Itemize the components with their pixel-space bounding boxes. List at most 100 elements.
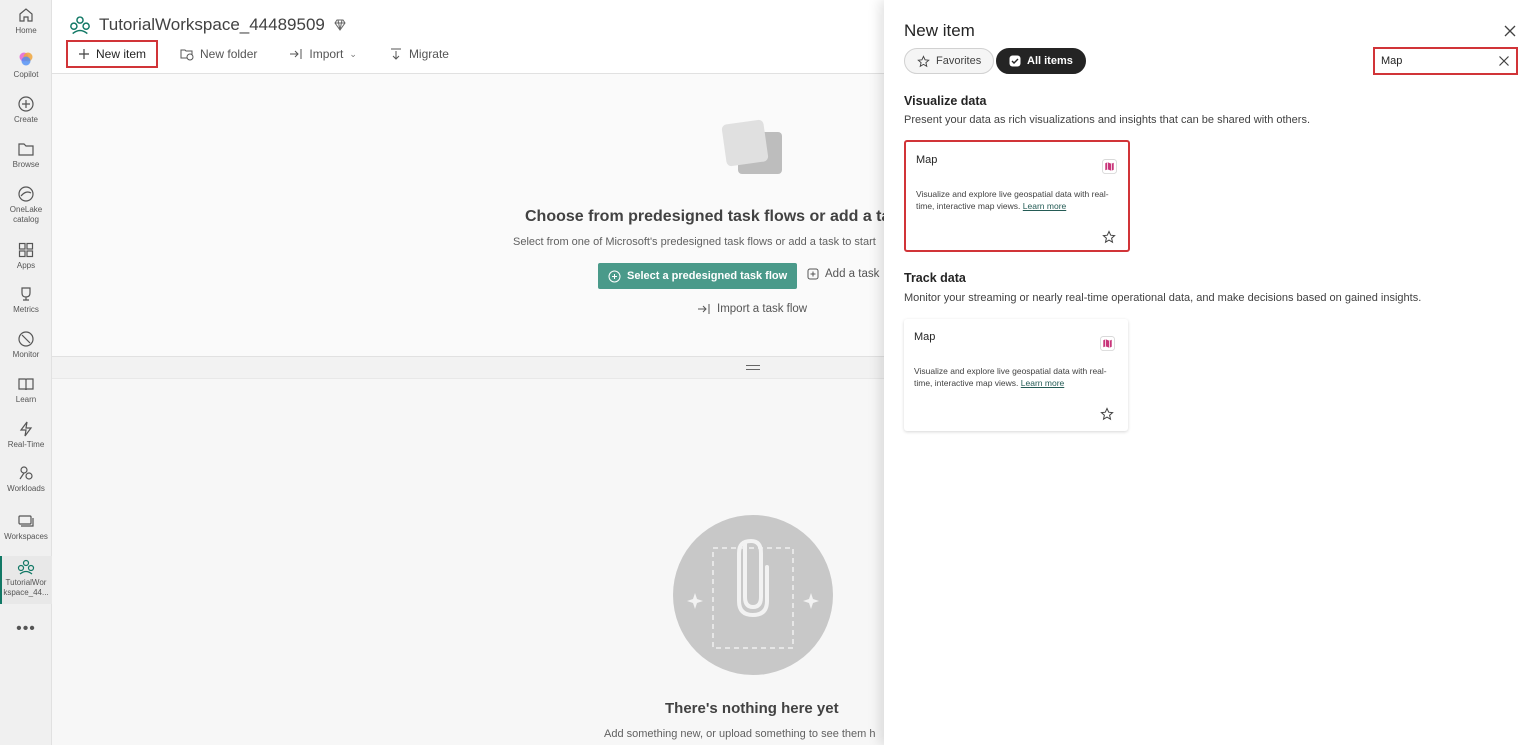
rail-item-home[interactable]: Home	[0, 6, 52, 36]
map-icon	[1102, 159, 1117, 174]
import-icon	[290, 49, 302, 59]
empty-state: There's nothing here yet Add something n…	[52, 380, 884, 745]
migrate-label: Migrate	[408, 47, 449, 61]
home-icon	[19, 8, 33, 22]
checkbox-checked-icon	[1009, 55, 1021, 67]
rail-item-label: Apps	[16, 261, 36, 270]
favorite-star-button[interactable]	[1100, 407, 1114, 421]
rail-item-label: TutorialWor	[5, 578, 47, 587]
rail-item-apps[interactable]: Apps	[0, 241, 52, 271]
rail-item-onelake-catalog[interactable]: OneLake catalog	[0, 185, 52, 225]
card-description-text: Visualize and explore live geospatial da…	[916, 189, 1109, 211]
add-task-label: Add a task	[825, 268, 880, 280]
drag-handle-icon[interactable]	[746, 365, 760, 370]
rail-item-workloads[interactable]: Workloads	[0, 464, 52, 494]
all-items-filter[interactable]: All items	[996, 48, 1086, 74]
new-item-panel: New item Favorites All items Visualize d…	[884, 0, 1538, 745]
star-icon	[1100, 407, 1114, 421]
rail-item-workspaces[interactable]: Workspaces	[0, 512, 52, 542]
plus-circle-icon	[18, 96, 34, 112]
workspace-icon	[70, 16, 90, 35]
star-icon	[917, 54, 930, 67]
workloads-icon	[19, 466, 33, 480]
workspace-toolbar: New item New folder Import ⌄ Migrate	[66, 40, 459, 68]
import-task-flow-button[interactable]: Import a task flow	[697, 303, 807, 315]
folder-icon	[18, 143, 34, 156]
workspace-icon	[17, 559, 35, 575]
card-description: Visualize and explore live geospatial da…	[916, 188, 1116, 212]
workspaces-icon	[18, 515, 34, 527]
empty-state-subtext: Add something new, or upload something t…	[604, 728, 876, 740]
task-flow-icon	[608, 270, 621, 282]
rail-item-tutorial-workspace[interactable]: TutorialWor kspace_44...	[0, 556, 52, 604]
rail-item-label: Metrics	[13, 305, 39, 314]
add-square-icon	[807, 268, 819, 280]
empty-state-illustration	[673, 515, 833, 675]
rail-item-copilot[interactable]: Copilot	[0, 50, 52, 80]
rail-item-label: kspace_44...	[3, 588, 49, 597]
learn-more-link[interactable]: Learn more	[1021, 378, 1064, 388]
section-description: Monitor your streaming or nearly real-ti…	[904, 292, 1422, 304]
map-icon	[1100, 336, 1115, 351]
task-flow-subtext: Select from one of Microsoft's predesign…	[513, 236, 876, 248]
import-icon	[698, 304, 710, 314]
rail-item-create[interactable]: Create	[0, 95, 52, 125]
close-icon	[1504, 25, 1516, 37]
rail-item-label: Copilot	[13, 70, 39, 79]
add-task-button[interactable]: Add a task	[807, 268, 879, 280]
task-flow-illustration	[721, 119, 782, 174]
select-task-flow-button[interactable]: Select a predesigned task flow	[598, 263, 798, 289]
paperclip-icon	[687, 538, 819, 649]
copilot-icon	[19, 52, 33, 66]
section-title-visualize-data: Visualize data	[904, 94, 987, 108]
diamond-icon[interactable]	[333, 18, 347, 32]
close-panel-button[interactable]	[1502, 24, 1518, 40]
search-box	[1373, 47, 1518, 75]
rail-item-label: Home	[15, 26, 37, 35]
rail-item-real-time[interactable]: Real-Time	[0, 420, 52, 450]
import-button[interactable]: Import ⌄	[279, 40, 367, 68]
rail-item-label: Create	[13, 115, 38, 124]
workspace-title-row: TutorialWorkspace_44489509	[69, 14, 347, 36]
workspace-header: TutorialWorkspace_44489509 New item New …	[52, 0, 884, 74]
new-item-button[interactable]: New item	[66, 40, 159, 68]
section-title-track-data: Track data	[904, 271, 966, 285]
empty-state-title: There's nothing here yet	[665, 700, 839, 717]
section-description: Present your data as rich visualizations…	[904, 114, 1311, 126]
left-nav-rail: Home Copilot Create Browse OneLake catal…	[0, 0, 52, 745]
workspace-main: TutorialWorkspace_44489509 New item New …	[52, 0, 908, 745]
card-description-text: Visualize and explore live geospatial da…	[914, 366, 1107, 388]
apps-icon	[18, 242, 34, 258]
page-title: TutorialWorkspace_44489509	[99, 15, 325, 34]
rail-item-learn[interactable]: Learn	[0, 375, 52, 405]
card-title: Map	[914, 331, 936, 343]
clear-search-icon[interactable]	[1498, 55, 1510, 67]
rail-item-label: OneLake catalog	[9, 205, 43, 224]
new-folder-button[interactable]: New folder	[170, 40, 267, 68]
all-items-label: All items	[1027, 55, 1073, 67]
rail-item-label: Browse	[12, 160, 40, 169]
rail-item-label: Learn	[15, 395, 37, 404]
map-item-card-track[interactable]: Map Visualize and explore live geospatia…	[904, 319, 1128, 431]
search-input[interactable]	[1381, 55, 1491, 67]
favorite-star-button[interactable]	[1102, 230, 1116, 244]
monitor-icon	[18, 331, 34, 347]
map-item-card-visualize[interactable]: Map Visualize and explore live geospatia…	[904, 140, 1130, 252]
rail-item-label: Real-Time	[7, 440, 45, 449]
task-flow-heading: Choose from predesigned task flows or ad…	[525, 208, 909, 225]
task-flow-area: Choose from predesigned task flows or ad…	[52, 74, 908, 357]
rail-item-monitor[interactable]: Monitor	[0, 330, 52, 360]
rail-item-metrics[interactable]: Metrics	[0, 285, 52, 315]
rail-item-browse[interactable]: Browse	[0, 140, 52, 170]
book-icon	[18, 378, 34, 391]
more-options-button[interactable]: •••	[0, 620, 52, 638]
card-title: Map	[916, 154, 938, 166]
migrate-button[interactable]: Migrate	[379, 40, 459, 68]
import-task-flow-label: Import a task flow	[717, 303, 808, 315]
learn-more-link[interactable]: Learn more	[1023, 201, 1066, 211]
pane-splitter[interactable]	[52, 357, 884, 379]
star-icon	[1102, 230, 1116, 244]
favorites-filter[interactable]: Favorites	[904, 48, 995, 74]
lightning-icon	[19, 421, 33, 437]
new-item-label: New item	[96, 47, 147, 61]
